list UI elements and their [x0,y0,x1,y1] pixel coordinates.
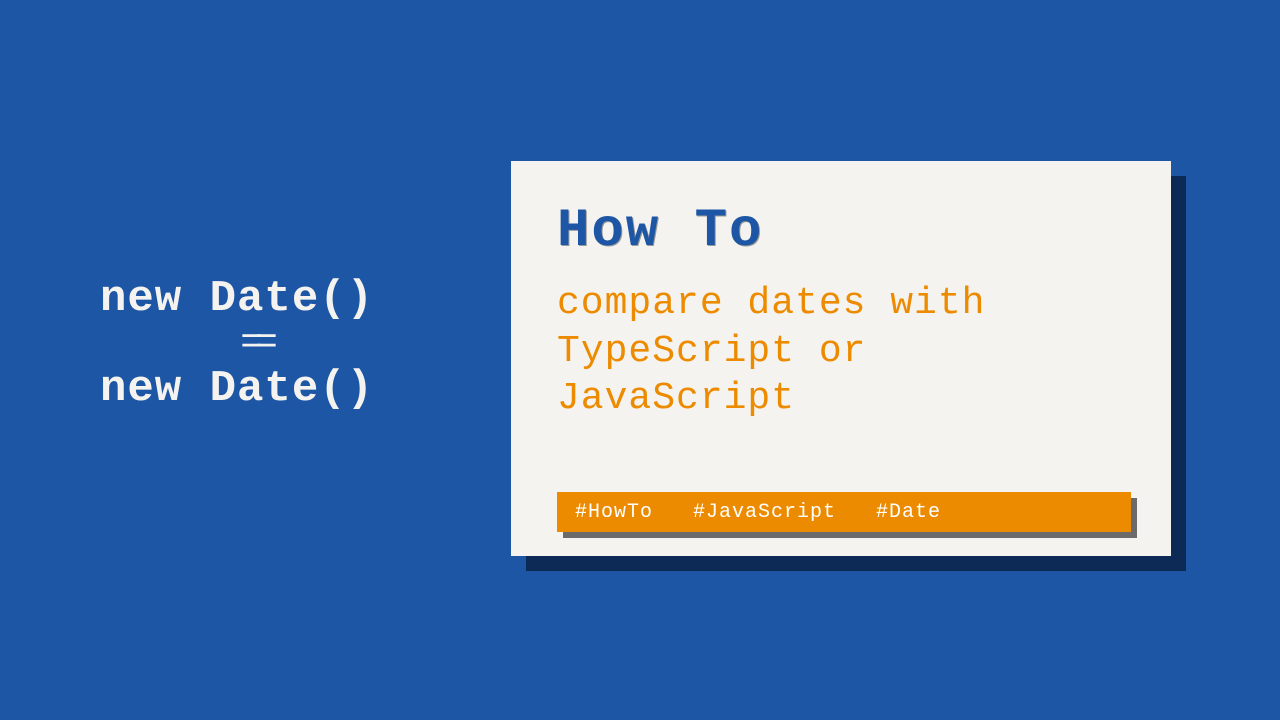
tag-howto: #HowTo [575,501,653,524]
card-subtitle: compare dates with TypeScript or JavaScr… [557,280,1125,423]
code-snippet: new Date() == new Date() [100,270,410,419]
tag-date: #Date [876,501,941,524]
tag-javascript: #JavaScript [693,501,836,524]
tag-strip: #HowTo #JavaScript #Date [557,492,1131,532]
title-card: How To compare dates with TypeScript or … [511,161,1171,556]
code-line-2: new Date() [100,364,374,414]
equals-operator: == [100,327,410,361]
card-title: How To [557,201,1125,262]
code-line-1: new Date() [100,274,374,324]
